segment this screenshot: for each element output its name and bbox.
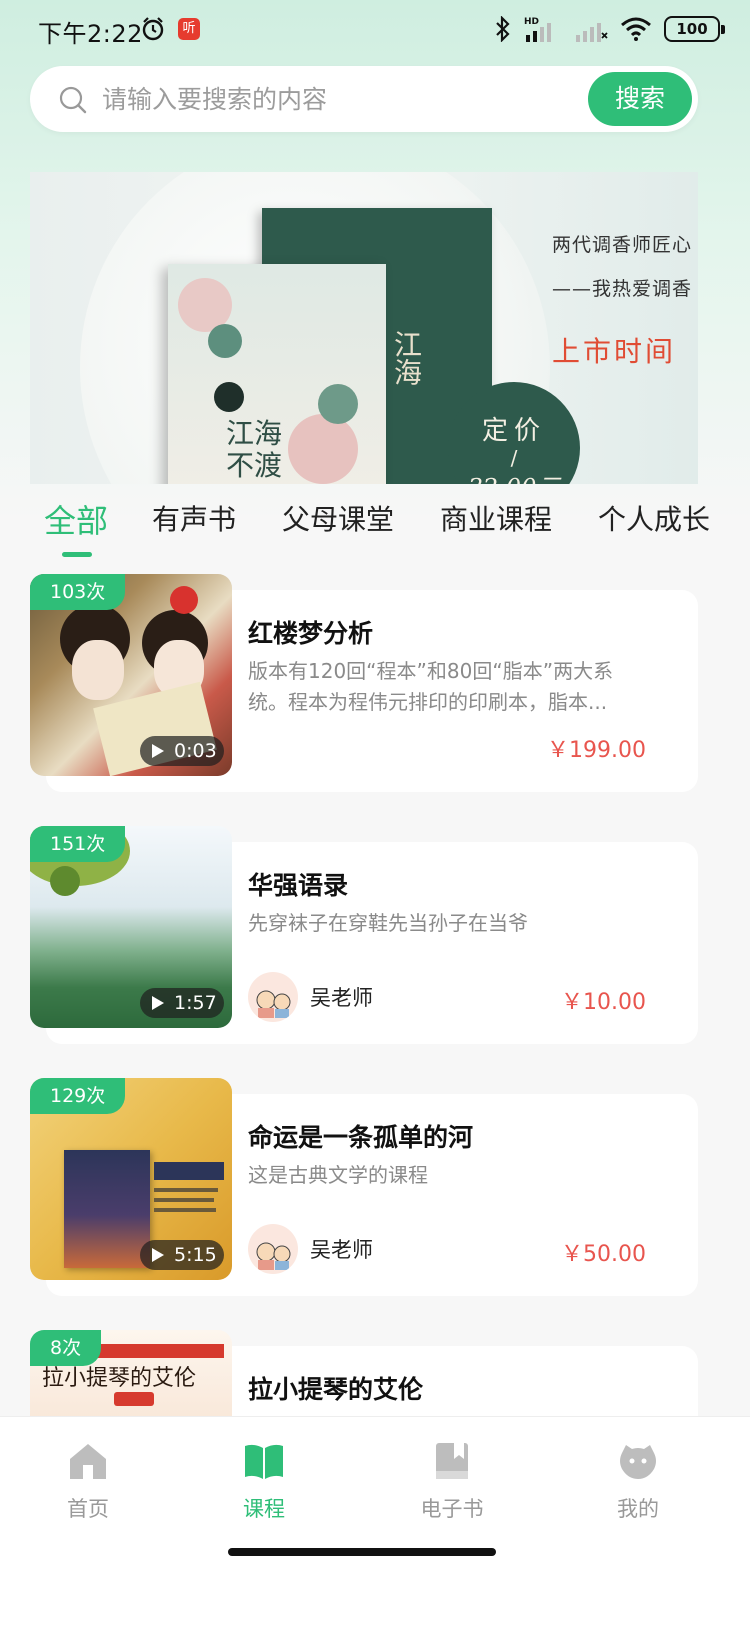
play-icon xyxy=(152,1248,164,1262)
nav-courses[interactable]: 课程 xyxy=(204,1439,324,1523)
promo-banner[interactable]: 江海 江海不渡 定价 / 32.00元 两代调香师匠心 ——我热爱调香 上市时间 xyxy=(30,172,698,484)
tab-personal-growth[interactable]: 个人成长 xyxy=(598,498,710,538)
banner-headline: 两代调香师匠心 xyxy=(552,234,693,256)
nav-home-label: 首页 xyxy=(67,1497,109,1521)
duration-pill: 0:03 xyxy=(140,736,224,766)
duration-text: 5:15 xyxy=(174,1244,217,1266)
teacher-name: 吴老师 xyxy=(310,1238,373,1262)
profile-icon xyxy=(620,1445,656,1479)
category-tabs: 全部 有声书 父母课堂 商业课程 个人成长 xyxy=(0,498,750,564)
teacher-avatar[interactable] xyxy=(248,972,298,1022)
nav-profile[interactable]: 我的 xyxy=(578,1439,698,1523)
view-count-badge: 129次 xyxy=(30,1078,126,1114)
duration-text: 1:57 xyxy=(174,992,217,1014)
course-price: ￥199.00 xyxy=(547,738,646,763)
status-bar: 下午2:22 听 HD 100 xyxy=(0,0,750,60)
nav-home[interactable]: 首页 xyxy=(28,1439,148,1523)
duration-pill: 1:57 xyxy=(140,988,224,1018)
tab-parenting[interactable]: 父母课堂 xyxy=(282,498,394,538)
battery-icon: 100 xyxy=(664,16,725,42)
view-count-badge: 103次 xyxy=(30,574,126,610)
figure-face xyxy=(72,640,124,700)
bottom-navigation: 首页 课程 电子书 我的 xyxy=(0,1416,750,1625)
signal-hd-icon: HD xyxy=(524,17,551,42)
price-slash: / xyxy=(510,446,518,470)
text-line xyxy=(154,1188,218,1192)
play-icon xyxy=(152,996,164,1010)
tab-all[interactable]: 全部 xyxy=(44,496,108,542)
course-description: 这是古典文学的课程 xyxy=(248,1163,428,1187)
home-icon xyxy=(70,1444,106,1479)
nav-ebooks-label: 电子书 xyxy=(420,1497,484,1521)
course-card[interactable]: 103次 0:03 红楼梦分析 版本有120回“程本”和80回“脂本”两大系统。… xyxy=(30,574,698,794)
search-input[interactable] xyxy=(102,76,582,122)
search-icon xyxy=(59,86,87,114)
play-icon xyxy=(152,744,164,758)
course-title[interactable]: 华强语录 xyxy=(248,866,348,902)
fruit-decoration xyxy=(50,866,80,896)
book-banner xyxy=(154,1162,224,1180)
book-front-title: 江海不渡 xyxy=(226,417,283,482)
ebook-icon xyxy=(436,1443,468,1479)
course-price: ￥10.00 xyxy=(561,990,646,1015)
signal-icon xyxy=(576,23,608,42)
moon-decoration xyxy=(214,382,244,412)
duration-pill: 5:15 xyxy=(140,1240,224,1270)
status-icons: HD 100 xyxy=(494,14,725,44)
cover-label xyxy=(114,1392,154,1406)
nav-ebooks[interactable]: 电子书 xyxy=(392,1439,512,1523)
teacher-avatar[interactable] xyxy=(248,1224,298,1274)
avatar-illustration-icon xyxy=(256,1242,291,1270)
course-title[interactable]: 红楼梦分析 xyxy=(248,614,373,650)
status-time: 下午2:22 xyxy=(38,20,143,48)
nav-profile-label: 我的 xyxy=(617,1497,659,1521)
active-tab-indicator xyxy=(62,552,92,557)
avatar-illustration-icon xyxy=(256,990,291,1018)
duration-text: 0:03 xyxy=(174,740,217,762)
search-bar: 搜索 xyxy=(30,66,698,132)
course-title[interactable]: 命运是一条孤单的河 xyxy=(248,1118,473,1154)
app-notification-icon: 听 xyxy=(178,18,200,40)
tab-business[interactable]: 商业课程 xyxy=(440,498,552,538)
course-card[interactable]: 151次 1:57 华强语录 先穿袜子在穿鞋先当孙子在当爷 吴老师 ￥10.00 xyxy=(30,826,698,1046)
hd-label: HD xyxy=(524,17,539,27)
flower-decoration xyxy=(288,414,358,484)
view-count-badge: 151次 xyxy=(30,826,126,862)
course-title[interactable]: 拉小提琴的艾伦 xyxy=(248,1370,423,1406)
course-description: 版本有120回“程本”和80回“脂本”两大系统。程本为程伟元排印的印刷本，脂本.… xyxy=(248,659,614,714)
tab-audiobooks[interactable]: 有声书 xyxy=(152,498,236,538)
nav-courses-label: 课程 xyxy=(243,1497,285,1521)
course-card[interactable]: 129次 5:15 命运是一条孤单的河 这是古典文学的课程 吴老师 ￥50.00 xyxy=(30,1078,698,1298)
hair-flower xyxy=(170,586,198,614)
bluetooth-icon xyxy=(496,16,510,42)
leaf-decoration xyxy=(208,324,242,358)
book-back-title: 江海 xyxy=(390,330,423,386)
book-cover xyxy=(64,1150,150,1268)
course-price: ￥50.00 xyxy=(561,1242,646,1267)
course-description: 先穿袜子在穿鞋先当孙子在当爷 xyxy=(248,911,528,935)
home-indicator[interactable] xyxy=(228,1548,496,1556)
banner-release-label: 上市时间 xyxy=(552,335,677,368)
text-line xyxy=(154,1208,216,1212)
banner-subheadline: ——我热爱调香 xyxy=(552,278,693,300)
price-value: 32.00元 xyxy=(448,468,580,484)
alarm-icon xyxy=(142,17,164,41)
leaf-decoration xyxy=(318,384,358,424)
price-label: 定价 xyxy=(481,416,546,446)
book-open-icon xyxy=(245,1444,283,1479)
view-count-badge: 8次 xyxy=(30,1330,102,1366)
search-button[interactable]: 搜索 xyxy=(588,72,692,126)
text-line xyxy=(154,1198,214,1202)
wifi-icon xyxy=(621,17,651,41)
teacher-name: 吴老师 xyxy=(310,986,373,1010)
